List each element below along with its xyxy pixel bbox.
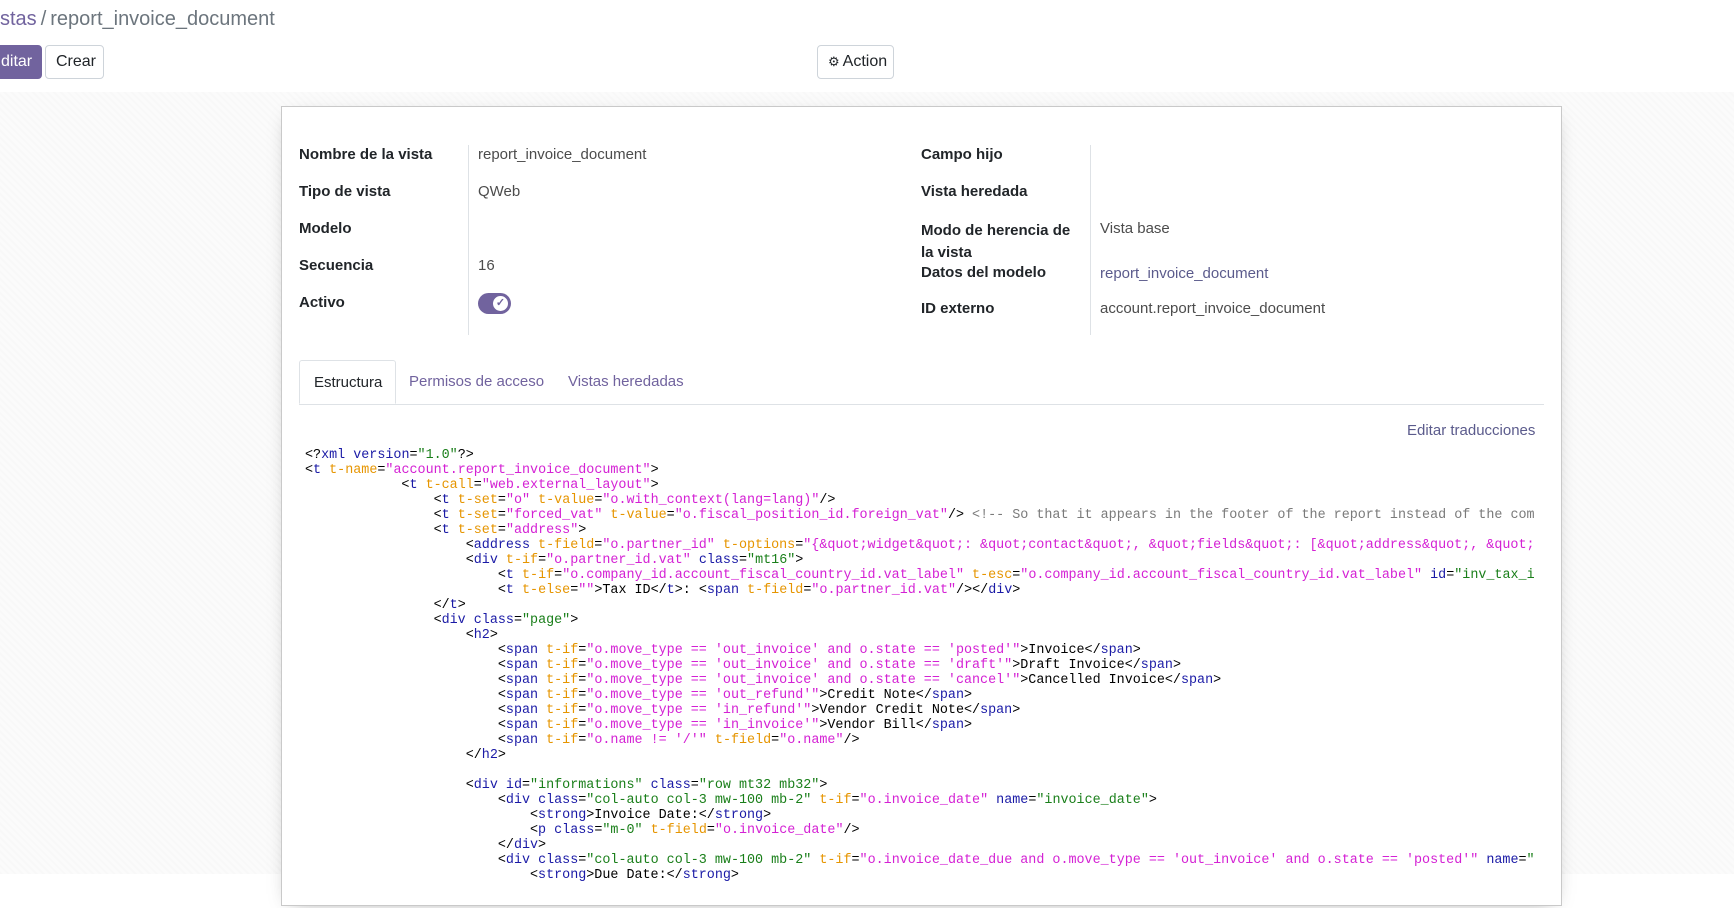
- code-line: <span t-if="o.move_type == 'in_refund'">…: [305, 703, 1021, 718]
- label-inheritance-mode: Modo de herencia de la vista: [921, 222, 1071, 261]
- value-view-name[interactable]: report_invoice_document: [478, 146, 646, 163]
- edit-translations-button[interactable]: Editar traducciones: [1407, 422, 1535, 439]
- code-line: <div id="informations" class="row mt32 m…: [305, 778, 828, 793]
- code-line: </h2>: [305, 748, 506, 763]
- code-line: <h2>: [305, 628, 498, 643]
- code-line: <span t-if="o.move_type == 'out_invoice'…: [305, 673, 1222, 688]
- label-model-data: Datos del modelo: [921, 264, 1047, 281]
- code-line: <t t-set="o" t-value="o.with_context(lan…: [305, 493, 836, 508]
- value-inheritance-mode[interactable]: Vista base: [1100, 220, 1170, 237]
- code-line: <span t-if="o.move_type == 'in_invoice'"…: [305, 718, 973, 733]
- code-line: <t t-name="account.report_invoice_docume…: [305, 463, 659, 478]
- value-model-data-link[interactable]: report_invoice_document: [1100, 265, 1268, 282]
- tab-inherited-views[interactable]: Vistas heredadas: [554, 360, 698, 404]
- tab-access-permissions[interactable]: Permisos de acceso: [395, 360, 558, 404]
- active-toggle[interactable]: ✓: [478, 293, 511, 314]
- breadcrumb: stas / report_invoice_document: [0, 8, 275, 31]
- label-child-field: Campo hijo: [921, 146, 1003, 163]
- create-button[interactable]: Crear: [45, 45, 104, 79]
- label-sequence: Secuencia: [299, 257, 374, 274]
- code-line: </t>: [305, 598, 466, 613]
- code-line: <t t-set="forced_vat" t-value="o.fiscal_…: [305, 508, 1535, 523]
- control-panel: stas / report_invoice_document ditar Crear…: [0, 0, 1734, 93]
- value-sequence[interactable]: 16: [478, 257, 495, 274]
- action-label: Action: [842, 53, 888, 70]
- code-line: <span t-if="o.move_type == 'out_invoice'…: [305, 658, 1181, 673]
- breadcrumb-parent-link[interactable]: stas: [0, 8, 37, 30]
- code-line: <t t-call="web.external_layout">: [305, 478, 659, 493]
- code-line: <t t-set="address">: [305, 523, 587, 538]
- breadcrumb-current: report_invoice_document: [50, 8, 275, 30]
- code-line: <strong>Invoice Date:</strong>: [305, 808, 772, 823]
- left-group-divider: [468, 145, 469, 335]
- code-line: <div class="page">: [305, 613, 579, 628]
- code-line: <p class="m-0" t-field="o.invoice_date"/…: [305, 823, 860, 838]
- code-line: <t t-else="">Tax ID</t>: <span t-field="…: [305, 583, 1021, 598]
- code-line: <strong>Due Date:</strong>: [305, 868, 739, 883]
- check-icon: ✓: [493, 296, 508, 311]
- code-line: <span t-if="o.move_type == 'out_invoice'…: [305, 643, 1141, 658]
- value-view-type[interactable]: QWeb: [478, 183, 520, 200]
- tab-structure[interactable]: Estructura: [299, 360, 396, 404]
- label-inherited-view: Vista heredada: [921, 183, 1028, 200]
- label-view-type: Tipo de vista: [299, 183, 391, 200]
- action-button[interactable]: ⚙ Action: [817, 45, 894, 79]
- label-view-name: Nombre de la vista: [299, 146, 433, 163]
- edit-button[interactable]: ditar: [0, 45, 42, 79]
- code-line: <div class="col-auto col-3 mw-100 mb-2" …: [305, 853, 1535, 868]
- label-model: Modelo: [299, 220, 352, 237]
- code-line: <div t-if="o.partner_id.vat" class="mt16…: [305, 553, 804, 568]
- code-line: <div class="col-auto col-3 mw-100 mb-2" …: [305, 793, 1157, 808]
- code-line: </div>: [305, 838, 547, 853]
- label-active: Activo: [299, 294, 345, 311]
- right-group-divider: [1090, 145, 1091, 335]
- gear-icon: ⚙: [828, 54, 840, 69]
- code-line: <t t-if="o.company_id.account_fiscal_cou…: [305, 568, 1535, 583]
- breadcrumb-separator: /: [40, 8, 47, 30]
- code-line: <span t-if="o.name != '/'" t-field="o.na…: [305, 733, 860, 748]
- label-external-id: ID externo: [921, 300, 995, 317]
- code-editor[interactable]: <?xml version="1.0"?> <t t-name="account.…: [305, 448, 1545, 908]
- value-external-id: account.report_invoice_document: [1100, 300, 1326, 317]
- notebook-tabs: Estructura Permisos de acceso Vistas her…: [299, 360, 1544, 405]
- form-sheet: Nombre de la vista report_invoice_docume…: [281, 106, 1562, 906]
- code-line: <?xml version="1.0"?>: [305, 448, 474, 463]
- code-line: <span t-if="o.move_type == 'out_refund'"…: [305, 688, 973, 703]
- code-line: <address t-field="o.partner_id" t-option…: [305, 538, 1535, 553]
